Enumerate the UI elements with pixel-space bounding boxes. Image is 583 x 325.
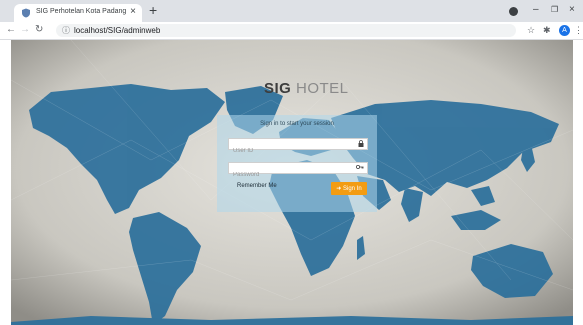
minimize-button[interactable]: – (533, 3, 539, 17)
tab-title: SIG Perhotelan Kota Padang (36, 8, 127, 15)
profile-avatar[interactable]: A (559, 25, 570, 36)
userid-field[interactable] (228, 138, 368, 156)
forward-button[interactable]: → (20, 23, 30, 37)
userid-input[interactable] (229, 146, 351, 156)
browser-tab[interactable]: SIG Perhotelan Kota Padang × (14, 4, 142, 22)
recording-indicator-icon (509, 7, 518, 16)
browser-toolbar: ← → ↻ ⓘ localhost/SIG/adminweb ☆ ✱ ⋮ (0, 22, 583, 40)
tab-close-icon[interactable]: × (130, 6, 136, 18)
signin-message: Sign in to start your session (260, 121, 334, 127)
maximize-button[interactable]: ❐ (551, 3, 558, 17)
extensions-icon[interactable]: ✱ (543, 24, 551, 37)
lock-icon (358, 140, 364, 150)
site-info-icon[interactable]: ⓘ (62, 25, 70, 36)
browser-tab-strip: SIG Perhotelan Kota Padang × + – ❐ × (0, 0, 583, 22)
password-field[interactable] (228, 162, 368, 180)
browser-menu-icon[interactable]: ⋮ (574, 24, 583, 37)
brand-logo: SIG HOTEL (264, 80, 349, 97)
window-close-button[interactable]: × (569, 3, 575, 17)
brand-light: HOTEL (291, 80, 349, 97)
page-content: SIG HOTEL Sign in to start your session … (11, 40, 573, 325)
key-icon (355, 164, 364, 173)
url-text[interactable]: localhost/SIG/adminweb (74, 25, 160, 36)
brand-bold: SIG (264, 80, 292, 97)
signin-button-label: Sign In (343, 186, 362, 192)
signin-button[interactable]: ➜ Sign In (331, 182, 367, 195)
new-tab-button[interactable]: + (149, 2, 157, 18)
remember-me-label[interactable]: Remember Me (237, 183, 277, 189)
shield-favicon-icon (22, 8, 30, 18)
signin-arrow-icon: ➜ (336, 186, 342, 192)
password-input[interactable] (229, 170, 351, 180)
reload-button[interactable]: ↻ (35, 23, 43, 37)
back-button[interactable]: ← (6, 23, 16, 37)
bookmark-star-icon[interactable]: ☆ (527, 24, 535, 37)
login-panel: Sign in to start your session Remember M… (217, 115, 377, 212)
address-bar[interactable]: ⓘ localhost/SIG/adminweb (56, 24, 516, 37)
